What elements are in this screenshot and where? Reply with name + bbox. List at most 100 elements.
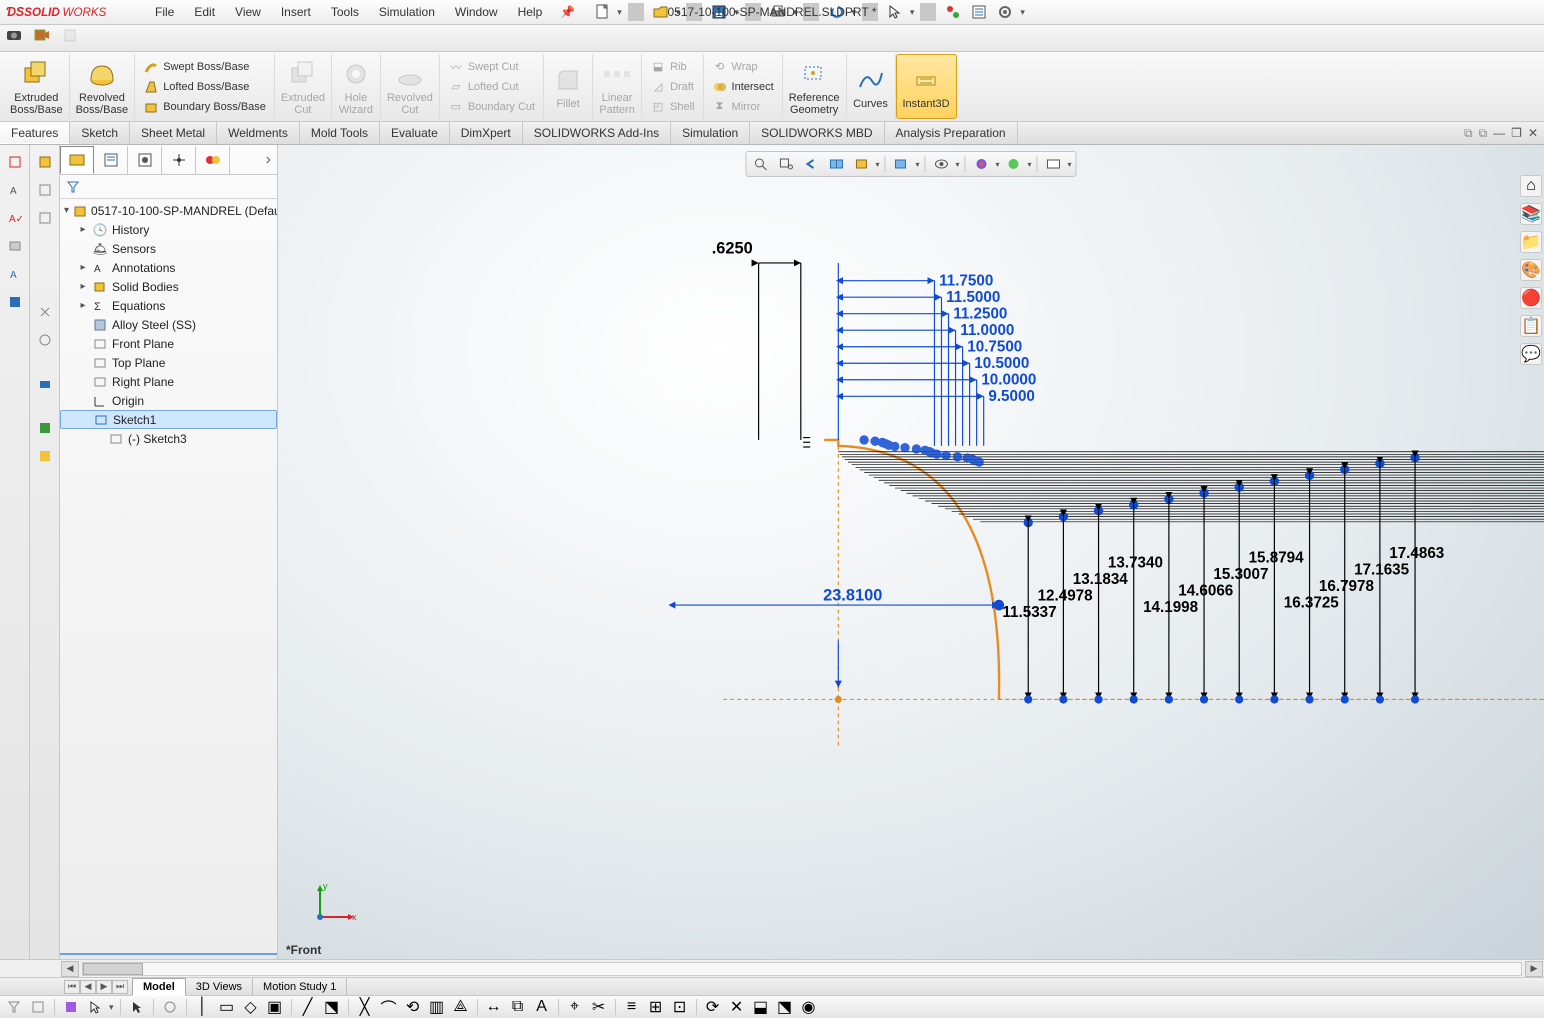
rail2-btn-7[interactable] (34, 417, 56, 439)
rail1-btn-2[interactable]: A (4, 179, 26, 201)
bottom-tab-model[interactable]: Model (132, 978, 186, 996)
bottom-tab-motion-study[interactable]: Motion Study 1 (253, 978, 347, 996)
fm-item-equations[interactable]: ▸ΣEquations (60, 296, 277, 315)
cmdtab-analysis-prep[interactable]: Analysis Preparation (885, 122, 1018, 144)
hscroll-right-icon[interactable]: ▶ (1525, 961, 1543, 977)
menu-view[interactable]: View (225, 0, 271, 25)
fm-item-sketch1[interactable]: Sketch1 (60, 410, 277, 429)
select-icon[interactable] (884, 1, 906, 23)
status-sk-2[interactable]: ▭ (217, 998, 237, 1016)
status-btn-6[interactable] (160, 998, 180, 1016)
status-sk-10[interactable]: ▥ (427, 998, 447, 1016)
cmdtab-simulation[interactable]: Simulation (671, 122, 750, 144)
curves-button[interactable]: Curves (847, 54, 896, 119)
screen-capture-icon[interactable] (6, 28, 28, 48)
rebuild-icon[interactable] (942, 1, 964, 23)
tab-nav-first-icon[interactable]: ⏮ (64, 980, 80, 994)
rail1-btn-1[interactable] (4, 151, 26, 173)
bottom-tab-3d-views[interactable]: 3D Views (186, 978, 253, 996)
fm-tab-config[interactable] (128, 146, 162, 174)
status-sk-9[interactable]: ⟲ (403, 998, 423, 1016)
revolved-boss-button[interactable]: Revolved Boss/Base (70, 54, 136, 119)
menu-tools[interactable]: Tools (321, 0, 369, 25)
fm-item-history[interactable]: ▸🕓History (60, 220, 277, 239)
collapse-icon[interactable]: ▾ (64, 205, 69, 216)
fm-item-front-plane[interactable]: Front Plane (60, 334, 277, 353)
cmdtab-sw-mbd[interactable]: SOLIDWORKS MBD (750, 122, 884, 144)
status-sk-3[interactable]: ◇ (241, 998, 261, 1016)
rail2-btn-4[interactable] (34, 301, 56, 323)
status-sk-5[interactable]: ╱ (298, 998, 318, 1016)
doc-minimize-icon[interactable]: — (1493, 126, 1505, 140)
menu-insert[interactable]: Insert (271, 0, 321, 25)
fm-rollback-bar[interactable] (60, 953, 277, 959)
menu-file[interactable]: File (145, 0, 184, 25)
rail2-btn-3[interactable] (34, 207, 56, 229)
file-props-icon[interactable] (968, 1, 990, 23)
fm-tab-tree[interactable] (60, 146, 94, 174)
fm-item-sensors[interactable]: 🛎Sensors (60, 239, 277, 258)
status-btn-1[interactable] (4, 998, 24, 1016)
status-sk-1[interactable]: │ (193, 998, 213, 1016)
fm-item-annotations[interactable]: ▸AAnnotations (60, 258, 277, 277)
pin-icon[interactable]: 📌 (552, 5, 583, 19)
tab-nav-prev-icon[interactable]: ◀ (80, 980, 96, 994)
doc-close-icon[interactable]: ✕ (1528, 126, 1538, 140)
doc-prev-icon[interactable]: ⧉ (1464, 126, 1473, 141)
fm-item-sketch3[interactable]: (-) Sketch3 (60, 429, 277, 448)
status-sk-7[interactable]: ╳ (355, 998, 375, 1016)
fm-item-right-plane[interactable]: Right Plane (60, 372, 277, 391)
intersect-button[interactable]: Intersect (708, 78, 778, 96)
rail1-btn-3[interactable]: A✓ (4, 207, 26, 229)
rail1-btn-4[interactable] (4, 235, 26, 257)
cmdtab-weldments[interactable]: Weldments (217, 122, 300, 144)
status-sk-19[interactable]: ⊡ (670, 998, 690, 1016)
status-cursor2-icon[interactable] (127, 998, 147, 1016)
reference-geometry-button[interactable]: Reference Geometry (783, 54, 847, 119)
cmdtab-mold-tools[interactable]: Mold Tools (300, 122, 380, 144)
status-sk-18[interactable]: ⊞ (646, 998, 666, 1016)
status-sk-16[interactable]: ✂ (589, 998, 609, 1016)
status-sk-15[interactable]: ⌖ (565, 998, 585, 1016)
doc-restore-icon[interactable]: ❐ (1511, 126, 1522, 140)
status-sk-20[interactable]: ⟳ (703, 998, 723, 1016)
fm-item-top-plane[interactable]: Top Plane (60, 353, 277, 372)
status-sk-4[interactable]: ▣ (265, 998, 285, 1016)
status-sk-24[interactable]: ◉ (799, 998, 819, 1016)
status-sk-23[interactable]: ⬔ (775, 998, 795, 1016)
cmdtab-features[interactable]: Features (0, 122, 70, 144)
rail1-btn-6[interactable] (4, 291, 26, 313)
fm-item-solid-bodies[interactable]: ▸Solid Bodies (60, 277, 277, 296)
swept-boss-button[interactable]: Swept Boss/Base (139, 58, 270, 76)
cmdtab-sw-addins[interactable]: SOLIDWORKS Add-Ins (523, 122, 671, 144)
status-sk-6[interactable]: ⬔ (322, 998, 342, 1016)
status-sk-13[interactable]: ⧉ (508, 998, 528, 1016)
fm-tab-property[interactable] (94, 146, 128, 174)
cmdtab-sheet-metal[interactable]: Sheet Metal (130, 122, 217, 144)
rail2-btn-6[interactable] (34, 373, 56, 395)
instant3d-button[interactable]: Instant3D (896, 54, 957, 119)
fm-item-origin[interactable]: Origin (60, 391, 277, 410)
new-icon[interactable] (591, 1, 613, 23)
status-cursor-icon[interactable] (85, 998, 105, 1016)
horizontal-scrollbar[interactable]: ◀ ▶ (0, 959, 1544, 977)
menu-edit[interactable]: Edit (184, 0, 225, 25)
extruded-boss-button[interactable]: Extruded Boss/Base (4, 54, 70, 119)
menu-window[interactable]: Window (445, 0, 508, 25)
doc-next-icon[interactable]: ⧉ (1479, 126, 1488, 141)
status-sk-12[interactable]: ↔ (484, 998, 504, 1016)
status-sk-8[interactable]: ⌒ (379, 998, 399, 1016)
hscroll-thumb[interactable] (83, 963, 143, 975)
fm-root[interactable]: ▾ 0517-10-100-SP-MANDREL (Default<<De (60, 201, 277, 220)
cmdtab-evaluate[interactable]: Evaluate (380, 122, 450, 144)
record-icon[interactable] (34, 28, 56, 48)
tab-nav-next-icon[interactable]: ▶ (96, 980, 112, 994)
fm-tab-display[interactable] (196, 146, 230, 174)
menu-simulation[interactable]: Simulation (369, 0, 445, 25)
status-btn-2[interactable] (28, 998, 48, 1016)
rail2-btn-5[interactable] (34, 329, 56, 351)
status-sk-21[interactable]: ✕ (727, 998, 747, 1016)
rail2-btn-8[interactable] (34, 445, 56, 467)
cmdtab-dimxpert[interactable]: DimXpert (450, 122, 523, 144)
cmdtab-sketch[interactable]: Sketch (70, 122, 130, 144)
